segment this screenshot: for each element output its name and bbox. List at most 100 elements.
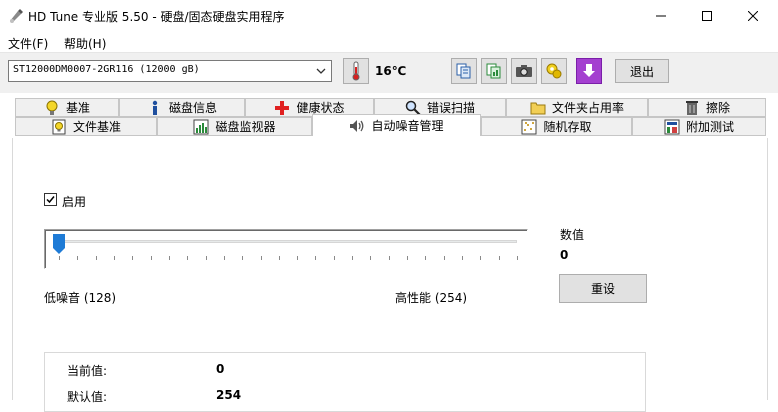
info-icon <box>147 100 163 116</box>
screenshot-button[interactable] <box>511 58 537 84</box>
menu-file[interactable]: 文件(F) <box>8 35 48 52</box>
slider-tick <box>297 256 299 260</box>
close-icon <box>748 11 758 21</box>
slider-tick <box>168 256 170 260</box>
maximize-button[interactable] <box>684 0 730 32</box>
slider-tick <box>95 256 97 260</box>
acoustic-slider[interactable] <box>44 229 528 269</box>
close-button[interactable] <box>730 0 776 32</box>
bar-chart-icon <box>193 119 209 135</box>
minimize-button[interactable] <box>638 0 684 32</box>
exit-button[interactable]: 退出 <box>615 59 669 83</box>
lightbulb-icon <box>44 100 60 116</box>
tab-strip: 基准 磁盘信息 健康状态 错误扫描 文件夹占用率 擦除 文件基准 磁盘监视器 自… <box>0 96 778 138</box>
tab-random-access[interactable]: 随机存取 <box>481 117 632 136</box>
checkmark-icon <box>46 196 55 204</box>
drive-select[interactable]: ST12000DM0007-2GR116 (12000 gB) <box>8 60 332 82</box>
high-performance-label: 高性能 (254) <box>395 291 468 305</box>
menu-help[interactable]: 帮助(H) <box>64 35 106 52</box>
options-button[interactable] <box>541 58 567 84</box>
slider-tick <box>517 256 518 260</box>
slider-tick <box>242 256 244 260</box>
save-download-icon <box>583 64 595 77</box>
enable-label: 启用 <box>62 195 87 209</box>
tab-label: 随机存取 <box>543 120 592 134</box>
tab-acoustic-management[interactable]: 自动噪音管理 <box>312 114 481 136</box>
value-readout: 0 <box>560 248 569 262</box>
slider-tick <box>150 256 152 260</box>
reset-button[interactable]: 重设 <box>559 274 647 303</box>
tab-extra-tests[interactable]: 附加测试 <box>632 117 766 136</box>
slider-tick <box>462 256 464 260</box>
slider-tick <box>352 256 354 260</box>
slider-track <box>55 240 517 243</box>
slider-thumb[interactable] <box>53 234 65 254</box>
slider-tick <box>498 256 500 260</box>
slider-tick <box>205 256 207 260</box>
aam-info-box: 当前值: 0 默认值: 254 <box>44 352 646 412</box>
save-button[interactable] <box>576 58 602 84</box>
scatter-icon <box>521 119 537 135</box>
tab-label: 自动噪音管理 <box>371 119 444 133</box>
tab-benchmark[interactable]: 基准 <box>15 98 119 117</box>
slider-tick <box>425 256 427 260</box>
current-value: 0 <box>216 362 225 376</box>
tab-label: 文件基准 <box>72 120 121 134</box>
minimize-icon <box>656 15 666 17</box>
menu-bar: 文件(F) 帮助(H) <box>0 32 778 52</box>
tab-label: 磁盘信息 <box>168 101 217 115</box>
hdtune-app-icon <box>8 8 24 24</box>
temperature-readout: 16℃ <box>375 64 407 78</box>
tab-disk-monitor[interactable]: 磁盘监视器 <box>157 117 312 136</box>
tab-file-benchmark[interactable]: 文件基准 <box>15 117 157 136</box>
trash-icon <box>684 100 700 116</box>
value-title: 数值 <box>560 228 585 242</box>
tab-label: 基准 <box>65 101 90 115</box>
copy-info-icon <box>486 63 501 79</box>
tab-disk-info[interactable]: 磁盘信息 <box>119 98 245 117</box>
slider-tick <box>315 256 317 260</box>
thermometer-icon <box>352 61 360 81</box>
toolbar: ST12000DM0007-2GR116 (12000 gB) 16℃ 退出 <box>0 52 778 93</box>
tab-label: 擦除 <box>705 101 730 115</box>
title-bar: HD Tune 专业版 5.50 - 硬盘/固态硬盘实用程序 <box>0 0 778 32</box>
slider-tick <box>333 256 335 260</box>
tab-label: 附加测试 <box>685 120 734 134</box>
enable-checkbox[interactable] <box>44 193 57 206</box>
screenshot-camera-icon <box>516 65 532 77</box>
slider-tick <box>59 256 60 260</box>
slider-tick <box>407 256 409 260</box>
extra-test-icon <box>664 119 680 135</box>
drive-select-value: ST12000DM0007-2GR116 (12000 gB) <box>13 64 200 75</box>
options-icon <box>546 63 562 79</box>
copy-text-button[interactable] <box>451 58 477 84</box>
current-value-label: 当前值: <box>67 364 108 378</box>
slider-tick <box>443 256 445 260</box>
speaker-icon <box>349 118 365 134</box>
low-noise-label: 低噪音 (128) <box>44 291 117 305</box>
slider-tick <box>187 256 189 260</box>
default-value-label: 默认值: <box>67 390 108 404</box>
tab-label: 磁盘监视器 <box>215 120 276 134</box>
copy-text-icon <box>456 63 471 79</box>
slider-tick <box>480 256 482 260</box>
folder-icon <box>530 100 546 116</box>
slider-tick <box>278 256 280 260</box>
chevron-down-icon <box>315 64 327 78</box>
slider-tick <box>388 256 390 260</box>
slider-tick <box>223 256 225 260</box>
tab-label: 文件夹占用率 <box>551 101 624 115</box>
tab-folder-usage[interactable]: 文件夹占用率 <box>506 98 648 117</box>
slider-tick <box>132 256 134 260</box>
window-title: HD Tune 专业版 5.50 - 硬盘/固态硬盘实用程序 <box>28 10 285 24</box>
tab-erase[interactable]: 擦除 <box>648 98 766 117</box>
maximize-icon <box>702 11 712 21</box>
temperature-button[interactable] <box>343 58 369 84</box>
slider-tick <box>370 256 372 260</box>
slider-tick <box>260 256 262 260</box>
health-cross-icon <box>274 100 290 116</box>
file-lightbulb-icon <box>51 119 67 135</box>
slider-tick <box>77 256 79 260</box>
copy-info-button[interactable] <box>481 58 507 84</box>
slider-tick <box>113 256 115 260</box>
